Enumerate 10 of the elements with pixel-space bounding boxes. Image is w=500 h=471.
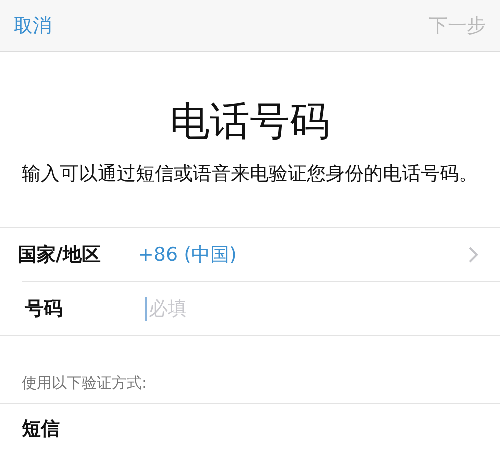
chevron-right-icon [469, 246, 478, 262]
method-label[interactable]: 短信 [22, 416, 142, 442]
field-label: 国家/地区 [18, 242, 102, 268]
country-value[interactable]: +86 (中国) [138, 242, 469, 268]
section-header: 使用以下验证方式: [22, 374, 148, 393]
description: 输入可以通过短信或语音来电验证您身份的电话号码。 [22, 162, 478, 187]
field-label: 号码 [25, 296, 64, 322]
phone-input[interactable]: 必填 [145, 296, 478, 320]
cancel-button[interactable]: 取消 [14, 12, 52, 38]
page-title: 电话号码 [169, 98, 331, 147]
